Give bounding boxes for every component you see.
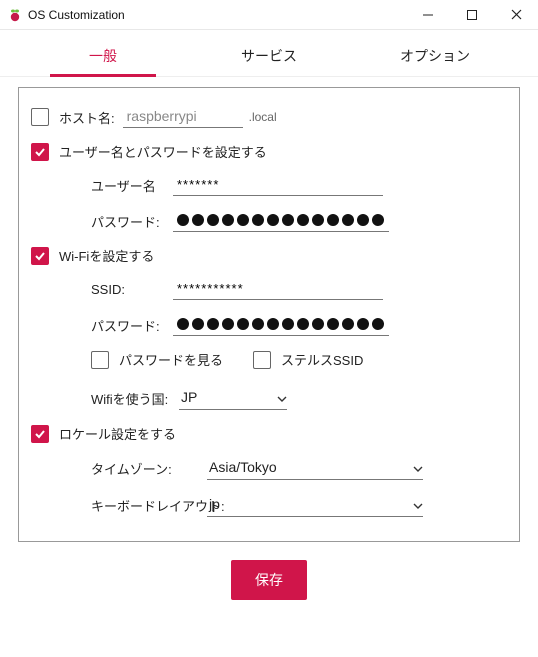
- titlebar: OS Customization: [0, 0, 538, 30]
- chevron-down-icon: [413, 459, 423, 475]
- ssid-label: SSID:: [91, 282, 141, 297]
- chevron-down-icon: [413, 496, 423, 512]
- wifi-country-row: Wifiを使う国: JP: [31, 387, 501, 410]
- hostname-label: ホスト名:: [59, 108, 115, 127]
- chevron-down-icon: [277, 389, 287, 405]
- wifi-label: Wi-Fiを設定する: [59, 246, 154, 265]
- user-password-label: パスワード:: [91, 212, 169, 231]
- wifi-password-label: パスワード:: [91, 316, 169, 335]
- footer: 保存: [18, 542, 520, 600]
- set-user-checkbox[interactable]: [31, 143, 49, 161]
- tab-bar: 一般 サービス オプション: [0, 30, 538, 76]
- timezone-row: タイムゾーン: Asia/Tokyo: [31, 457, 501, 480]
- wifi-row: Wi-Fiを設定する: [31, 246, 501, 265]
- minimize-button[interactable]: [406, 0, 450, 30]
- window-title: OS Customization: [28, 8, 125, 22]
- username-input[interactable]: [173, 175, 383, 196]
- save-button[interactable]: 保存: [231, 560, 307, 600]
- stealth-ssid-checkbox[interactable]: [253, 351, 271, 369]
- tab-options[interactable]: オプション: [352, 32, 518, 76]
- close-button[interactable]: [494, 0, 538, 30]
- hostname-row: ホスト名: .local: [31, 106, 501, 128]
- locale-row: ロケール設定をする: [31, 424, 501, 443]
- username-label: ユーザー名: [91, 176, 169, 195]
- wifi-country-value: JP: [181, 389, 197, 405]
- general-panel: ホスト名: .local ユーザー名とパスワードを設定する ユーザー名 パスワー…: [18, 87, 520, 542]
- tab-general[interactable]: 一般: [20, 32, 186, 76]
- wifi-options-row: パスワードを見る ステルスSSID: [31, 350, 501, 369]
- show-password-label: パスワードを見る: [119, 350, 223, 369]
- user-password-row: パスワード:: [31, 210, 501, 232]
- keyboard-row: キーボードレイアウト: jp: [31, 494, 501, 517]
- wifi-checkbox[interactable]: [31, 247, 49, 265]
- user-password-input[interactable]: [173, 210, 389, 232]
- show-password-checkbox[interactable]: [91, 351, 109, 369]
- wifi-password-row: パスワード:: [31, 314, 501, 336]
- locale-label: ロケール設定をする: [59, 424, 176, 443]
- username-row: ユーザー名: [31, 175, 501, 196]
- ssid-row: SSID:: [31, 279, 501, 300]
- locale-checkbox[interactable]: [31, 425, 49, 443]
- set-user-label: ユーザー名とパスワードを設定する: [59, 142, 267, 161]
- wifi-country-select[interactable]: JP: [179, 387, 287, 410]
- timezone-select[interactable]: Asia/Tokyo: [207, 457, 423, 480]
- hostname-suffix: .local: [249, 110, 277, 124]
- stealth-ssid-label: ステルスSSID: [281, 350, 363, 369]
- raspberry-pi-icon: [8, 8, 22, 22]
- timezone-label: タイムゾーン:: [91, 459, 203, 478]
- ssid-input[interactable]: [173, 279, 383, 300]
- hostname-checkbox[interactable]: [31, 108, 49, 126]
- tab-services[interactable]: サービス: [186, 32, 352, 76]
- keyboard-value: jp: [209, 496, 220, 512]
- keyboard-label: キーボードレイアウト:: [91, 496, 203, 515]
- wifi-password-input[interactable]: [173, 314, 389, 336]
- timezone-value: Asia/Tokyo: [209, 459, 277, 475]
- keyboard-select[interactable]: jp: [207, 494, 423, 517]
- wifi-country-label: Wifiを使う国:: [91, 389, 175, 408]
- hostname-input[interactable]: [123, 106, 243, 128]
- maximize-button[interactable]: [450, 0, 494, 30]
- set-user-row: ユーザー名とパスワードを設定する: [31, 142, 501, 161]
